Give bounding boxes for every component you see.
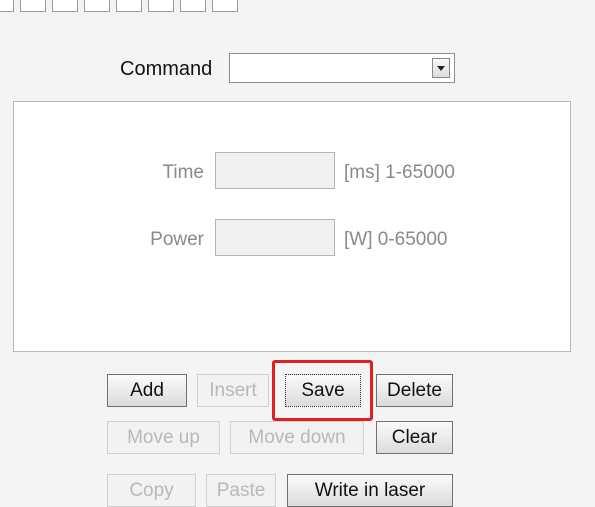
strip-cell bbox=[84, 0, 110, 12]
power-label: Power bbox=[150, 229, 204, 250]
copy-button[interactable]: Copy bbox=[107, 474, 196, 507]
move-down-button[interactable]: Move down bbox=[230, 421, 364, 454]
command-label: Command bbox=[120, 58, 213, 80]
time-input[interactable] bbox=[215, 152, 335, 189]
strip-cell bbox=[52, 0, 78, 12]
clear-button[interactable]: Clear bbox=[376, 421, 453, 454]
add-button[interactable]: Add bbox=[107, 374, 187, 407]
time-unit: [ms] 1-65000 bbox=[344, 162, 455, 183]
strip-cell bbox=[116, 0, 142, 12]
delete-button[interactable]: Delete bbox=[376, 374, 453, 407]
strip-cell bbox=[212, 0, 238, 12]
time-label: Time bbox=[162, 162, 204, 183]
strip-cell bbox=[148, 0, 174, 12]
save-highlight-box bbox=[272, 360, 373, 421]
top-tab-strip bbox=[0, 0, 595, 14]
parameters-panel: Time [ms] 1-65000 Power [W] 0-65000 bbox=[13, 101, 571, 352]
insert-button[interactable]: Insert bbox=[197, 374, 269, 407]
chevron-down-icon[interactable] bbox=[432, 58, 450, 78]
power-input[interactable] bbox=[215, 219, 335, 256]
write-in-laser-button[interactable]: Write in laser bbox=[287, 474, 453, 507]
strip-cell bbox=[180, 0, 206, 12]
move-up-button[interactable]: Move up bbox=[107, 421, 220, 454]
power-unit: [W] 0-65000 bbox=[344, 229, 448, 250]
strip-cell bbox=[20, 0, 46, 12]
command-select[interactable] bbox=[229, 53, 455, 83]
paste-button[interactable]: Paste bbox=[206, 474, 276, 507]
strip-cell bbox=[0, 0, 14, 12]
